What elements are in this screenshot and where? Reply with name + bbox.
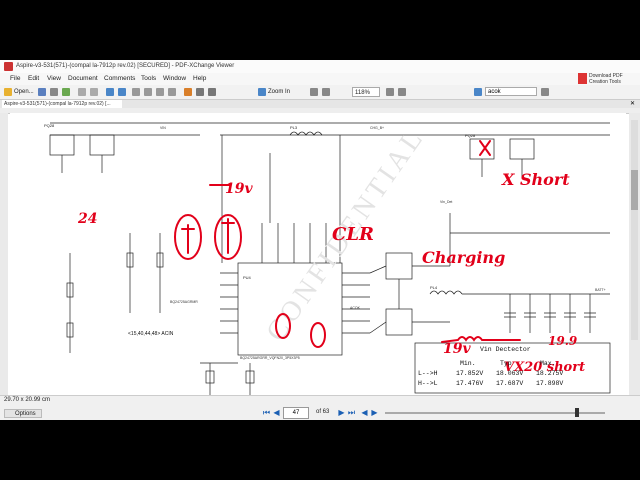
email-icon[interactable] bbox=[62, 88, 70, 96]
view-mode-icon[interactable] bbox=[398, 88, 406, 96]
vin-header-min: Min. bbox=[460, 360, 476, 367]
vertical-scrollbar[interactable] bbox=[631, 120, 638, 340]
vin-row-min: 17.852V bbox=[456, 370, 483, 377]
menu-help[interactable]: Help bbox=[193, 73, 206, 85]
menu-comments[interactable]: Comments bbox=[104, 73, 135, 85]
net-label: VIN bbox=[160, 126, 166, 130]
net-label: BQ24725AGRMR bbox=[170, 300, 198, 304]
menu-tools[interactable]: Tools bbox=[141, 73, 156, 85]
left-panel-strip[interactable] bbox=[0, 113, 8, 395]
last-page-icon[interactable] bbox=[168, 88, 176, 96]
last-page-button[interactable]: ⏭ bbox=[347, 408, 356, 417]
svg-text:PL3: PL3 bbox=[290, 125, 298, 130]
svg-text:PQ28: PQ28 bbox=[44, 123, 55, 128]
vin-row-max: 17.898V bbox=[536, 380, 563, 387]
svg-text:PQ28: PQ28 bbox=[465, 133, 476, 138]
schematic-page: PQ28 PQ28 PL3 PU4 PL4 CONFIDENTIAL 19v C… bbox=[10, 113, 626, 395]
forward-icon[interactable] bbox=[118, 88, 126, 96]
search-icon[interactable] bbox=[474, 88, 482, 96]
page-size-readout: 29.70 x 20.99 cm bbox=[4, 397, 51, 403]
prev-page-button[interactable]: ◀ bbox=[272, 408, 281, 417]
status-bar: 29.70 x 20.99 cm Options ⏮ ◀ 47 of 63 ▶ … bbox=[0, 395, 640, 420]
print-icon[interactable] bbox=[50, 88, 58, 96]
annotation-x-short: X Short bbox=[501, 170, 570, 189]
search-input[interactable]: acok bbox=[485, 87, 537, 96]
snapshot-icon[interactable] bbox=[208, 88, 216, 96]
pdf-creation-icon[interactable] bbox=[578, 73, 587, 84]
menu-window[interactable]: Window bbox=[163, 73, 186, 85]
vin-row-label: H-->L bbox=[418, 380, 438, 387]
vin-row-max: 18.275V bbox=[536, 370, 563, 377]
ic-part-label: BQ24725ARGRR_VQFN20_3P5X3P5 bbox=[240, 356, 300, 360]
annotation-19v-bottom: 19v bbox=[443, 341, 471, 357]
menu-file[interactable]: File bbox=[10, 73, 20, 85]
download-pdf-tools-link[interactable]: Download PDF Creation Tools bbox=[589, 73, 635, 85]
fit-page-icon[interactable] bbox=[310, 88, 318, 96]
vertical-scrollbar-thumb[interactable] bbox=[631, 170, 638, 210]
net-label: BATT+ bbox=[595, 288, 606, 292]
vin-row-typ: 18.063V bbox=[496, 370, 523, 377]
document-tab-bar: Aspire-v3-531(571)-(compal la-7912p rev.… bbox=[0, 100, 640, 108]
annotation-19v-top: 19v bbox=[225, 181, 253, 197]
first-page-button[interactable]: ⏮ bbox=[262, 408, 271, 417]
window-title: Aspire-v3-531(571)-(compal la-7912p rev.… bbox=[16, 63, 235, 69]
redo-icon[interactable] bbox=[90, 88, 98, 96]
back-icon[interactable] bbox=[106, 88, 114, 96]
pdf-viewer-window: Aspire-v3-531(571)-(compal la-7912p rev.… bbox=[0, 60, 640, 420]
page-number-input[interactable]: 47 bbox=[283, 407, 309, 419]
vin-row-min: 17.476V bbox=[456, 380, 483, 387]
net-label: ACOK bbox=[350, 306, 361, 310]
zoom-in-icon[interactable] bbox=[258, 88, 266, 96]
back-view-button[interactable]: ◀ bbox=[360, 408, 369, 417]
net-label: Vin_Det bbox=[440, 200, 452, 204]
document-tab[interactable]: Aspire-v3-531(571)-(compal la-7912p rev.… bbox=[2, 100, 122, 108]
zoom-in-button[interactable]: Zoom In bbox=[268, 87, 290, 97]
svg-text:PU4: PU4 bbox=[243, 275, 252, 280]
next-page-icon[interactable] bbox=[156, 88, 164, 96]
select-text-icon[interactable] bbox=[196, 88, 204, 96]
close-tab-icon[interactable]: ✕ bbox=[630, 100, 635, 108]
zoom-slider[interactable] bbox=[385, 412, 605, 414]
options-label: Options bbox=[15, 411, 36, 417]
rotate-icon[interactable] bbox=[386, 88, 394, 96]
open-button[interactable]: Open... bbox=[14, 87, 34, 97]
vin-header-typ: Typ bbox=[500, 360, 512, 367]
net-label: CHG_B+ bbox=[370, 126, 384, 130]
options-button[interactable]: Options bbox=[4, 409, 42, 418]
vin-row-typ: 17.687V bbox=[496, 380, 523, 387]
prev-page-icon[interactable] bbox=[144, 88, 152, 96]
title-bar: Aspire-v3-531(571)-(compal la-7912p rev.… bbox=[0, 60, 640, 74]
schematic-drawing: PQ28 PQ28 PL3 PU4 PL4 CONFIDENTIAL 19v C… bbox=[44, 122, 611, 395]
fit-width-icon[interactable] bbox=[322, 88, 330, 96]
menu-bar: File Edit View Document Comments Tools W… bbox=[0, 73, 640, 85]
svg-text:PL4: PL4 bbox=[430, 285, 438, 290]
menu-document[interactable]: Document bbox=[68, 73, 98, 85]
menu-view[interactable]: View bbox=[47, 73, 61, 85]
zoom-level-select[interactable]: 118% bbox=[352, 87, 380, 97]
acin-net-label: <15,40,44,48> ACIN bbox=[128, 331, 174, 337]
annotation-24: 24 bbox=[77, 211, 97, 227]
annotation-19-9: 19.9 bbox=[548, 334, 578, 348]
open-folder-icon[interactable] bbox=[4, 88, 12, 96]
annotation-charging: Charging bbox=[422, 248, 505, 267]
first-page-icon[interactable] bbox=[132, 88, 140, 96]
app-icon bbox=[4, 62, 13, 71]
main-toolbar: Open... Zoom In 118% acok bbox=[0, 85, 640, 100]
forward-view-button[interactable]: ▶ bbox=[370, 408, 379, 417]
search-options-icon[interactable] bbox=[541, 88, 549, 96]
menu-edit[interactable]: Edit bbox=[28, 73, 39, 85]
hand-tool-icon[interactable] bbox=[184, 88, 192, 96]
annotation-clr: CLR bbox=[332, 224, 374, 245]
vin-detector-title: Vin Dectector bbox=[480, 346, 531, 353]
page-total: of 63 bbox=[316, 409, 330, 415]
vin-header-max: Max. bbox=[540, 360, 556, 367]
undo-icon[interactable] bbox=[78, 88, 86, 96]
vin-row-label: L-->H bbox=[418, 370, 438, 377]
next-page-button[interactable]: ▶ bbox=[337, 408, 346, 417]
zoom-slider-handle[interactable] bbox=[575, 408, 579, 417]
save-icon[interactable] bbox=[38, 88, 46, 96]
